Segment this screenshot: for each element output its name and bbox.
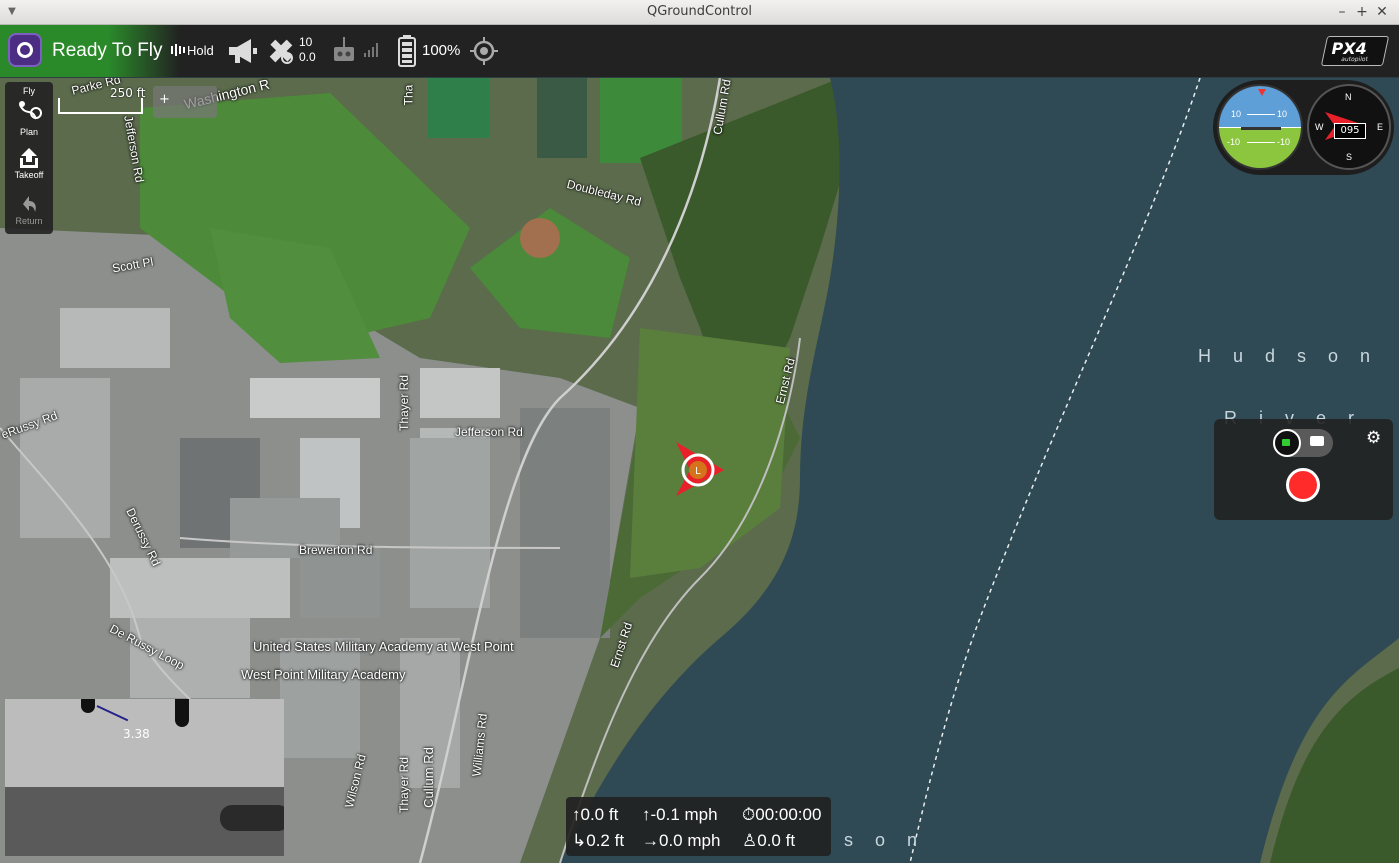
pip-value: 3.38 xyxy=(123,727,150,741)
map-label-thayer-rd-3: Thayer Rd xyxy=(397,756,412,814)
pitch-label-up-left: 10 xyxy=(1231,109,1242,119)
close-button[interactable]: ✕ xyxy=(1373,3,1391,21)
toolstrip-plan-label: Plan xyxy=(19,127,38,137)
fly-toolstrip: Fly Plan Takeoff Return xyxy=(5,82,53,234)
vertical-speed-icon: ↑ xyxy=(642,805,651,824)
vertical-speed-value: -0.1 mph xyxy=(650,805,718,824)
main-toolbar: Ready To Fly Hold 10 0.0 100% PX4 autopi… xyxy=(0,25,1399,77)
compass-indicator: N S E W 095 xyxy=(1307,84,1391,170)
map-label-thayer-rd-2: Thayer Rd xyxy=(397,374,412,432)
gps-satellite-icon[interactable] xyxy=(267,37,297,67)
pip-rotor-arm xyxy=(220,805,284,831)
rc-signal-icon xyxy=(364,43,378,57)
toolstrip-return[interactable]: Return xyxy=(5,192,53,226)
toolstrip-return-label: Return xyxy=(15,216,43,226)
camera-mode-toggle[interactable] xyxy=(1273,429,1333,457)
minimize-button[interactable]: – xyxy=(1333,3,1351,21)
map-scale-tick-right xyxy=(141,98,143,114)
gps-readout[interactable]: 10 0.0 xyxy=(299,35,316,65)
window-title: QGroundControl xyxy=(646,4,753,19)
record-button[interactable] xyxy=(1286,468,1320,502)
battery-icon[interactable] xyxy=(398,35,416,67)
pip-indicator-line xyxy=(96,705,129,722)
heading-readout: 095 xyxy=(1334,123,1366,139)
attitude-ground xyxy=(1219,127,1301,168)
rc-transmitter-icon[interactable] xyxy=(332,37,356,63)
map-label-jefferson-rd-2: Jefferson Rd xyxy=(455,425,523,439)
attitude-indicator: 10 10 -10 -10 xyxy=(1217,84,1303,170)
plan-icon xyxy=(19,101,42,120)
pip-propeller-left xyxy=(81,699,95,713)
toolstrip-takeoff[interactable]: Takeoff xyxy=(5,146,53,180)
messages-megaphone-icon[interactable] xyxy=(227,37,259,65)
flight-time-value: 00:00:00 xyxy=(755,805,822,824)
map-scale-tick-left xyxy=(58,98,60,114)
compass-n: N xyxy=(1345,92,1352,102)
distance-icon: ↳ xyxy=(572,831,587,850)
zoom-in-button[interactable]: + xyxy=(159,92,170,107)
roll-pointer xyxy=(1258,89,1266,96)
camera-panel: ⚙ xyxy=(1214,419,1393,520)
pitch-line-up xyxy=(1247,114,1275,115)
pitch-label-up-right: 10 xyxy=(1277,109,1288,119)
launch-marker-label: L xyxy=(695,466,701,477)
return-icon xyxy=(23,196,36,212)
pitch-label-down-right: -10 xyxy=(1277,137,1291,147)
map-label-usma: United States Military Academy at West P… xyxy=(253,639,514,654)
video-mode-icon[interactable] xyxy=(1273,429,1301,457)
home-distance-value: 0.0 ft xyxy=(757,831,796,850)
photo-mode-icon[interactable] xyxy=(1310,436,1324,446)
qgc-logo-button[interactable] xyxy=(8,33,42,67)
px4-logo-subtext: autopilot xyxy=(1340,56,1369,63)
distance-readout: ↳0.2 ft xyxy=(572,831,624,851)
ground-speed-value: 0.0 mph xyxy=(659,831,721,850)
distance-value: 0.2 ft xyxy=(586,831,625,850)
video-pip[interactable]: 3.38 xyxy=(5,699,284,856)
map-label-thayer-1: Tha xyxy=(401,84,416,106)
compass-e: E xyxy=(1377,122,1384,132)
ground-speed-icon: → xyxy=(642,831,659,850)
altitude-up-icon: ↑ xyxy=(572,805,581,824)
map-label-brewerton-rd: Brewerton Rd xyxy=(299,543,373,557)
ground-speed-readout: →0.0 mph xyxy=(642,831,720,851)
timer-icon: ⏱ xyxy=(742,805,756,824)
aircraft-reference-bar xyxy=(1241,127,1281,130)
altitude-readout: ↑0.0 ft xyxy=(572,805,618,825)
pitch-line-down xyxy=(1247,142,1275,143)
map-label-son: son xyxy=(844,830,940,850)
toolstrip-plan[interactable]: Plan xyxy=(5,99,53,137)
gps-hdop: 0.0 xyxy=(299,50,316,64)
pip-propeller-right xyxy=(175,699,189,727)
map-label-west-point-academy: West Point Military Academy xyxy=(241,667,406,682)
flight-mode[interactable]: Hold xyxy=(187,43,214,58)
window-titlebar: ▼ QGroundControl – + ✕ xyxy=(0,0,1399,25)
altitude-value: 0.0 ft xyxy=(580,805,619,824)
camera-settings-gear-icon[interactable]: ⚙ xyxy=(1366,428,1381,448)
map-label-hudson: Hudson xyxy=(1198,346,1393,366)
toolstrip-fly-label: Fly xyxy=(23,86,35,96)
maximize-button[interactable]: + xyxy=(1353,3,1371,21)
instrument-panel[interactable]: 10 10 -10 -10 N S E W 095 xyxy=(1213,80,1394,175)
pitch-label-down-left: -10 xyxy=(1227,137,1241,147)
telemetry-panel[interactable]: ↑0.0 ft ↑-0.1 mph ⏱00:00:00 ↳0.2 ft →0.0… xyxy=(566,797,831,856)
map-label-cullum-rd-2: Cullum Rd xyxy=(420,747,436,808)
vehicle-status[interactable]: Ready To Fly xyxy=(52,40,163,62)
flight-mode-icon xyxy=(171,44,185,56)
home-distance-readout: ♙0.0 ft xyxy=(742,831,795,851)
px4-logo: PX4 autopilot xyxy=(1320,36,1390,66)
map-scale-bar xyxy=(58,112,143,114)
map-scale: + 250 ft xyxy=(58,86,218,118)
takeoff-icon xyxy=(20,148,38,168)
qgc-window: ▼ QGroundControl – + ✕ Ready To Fly Hold… xyxy=(0,0,1399,863)
flight-time-readout: ⏱00:00:00 xyxy=(742,805,821,825)
compass-s: S xyxy=(1346,152,1353,162)
battery-percent[interactable]: 100% xyxy=(422,42,460,59)
gps-sat-count: 10 xyxy=(299,35,313,49)
gps-rtk-crosshair-icon[interactable] xyxy=(470,37,498,65)
toolstrip-takeoff-label: Takeoff xyxy=(14,170,44,180)
vertical-speed-readout: ↑-0.1 mph xyxy=(642,805,718,825)
zoom-control[interactable]: + xyxy=(153,86,217,118)
toolstrip-fly[interactable]: Fly xyxy=(5,86,53,96)
home-distance-icon: ♙ xyxy=(742,831,758,850)
